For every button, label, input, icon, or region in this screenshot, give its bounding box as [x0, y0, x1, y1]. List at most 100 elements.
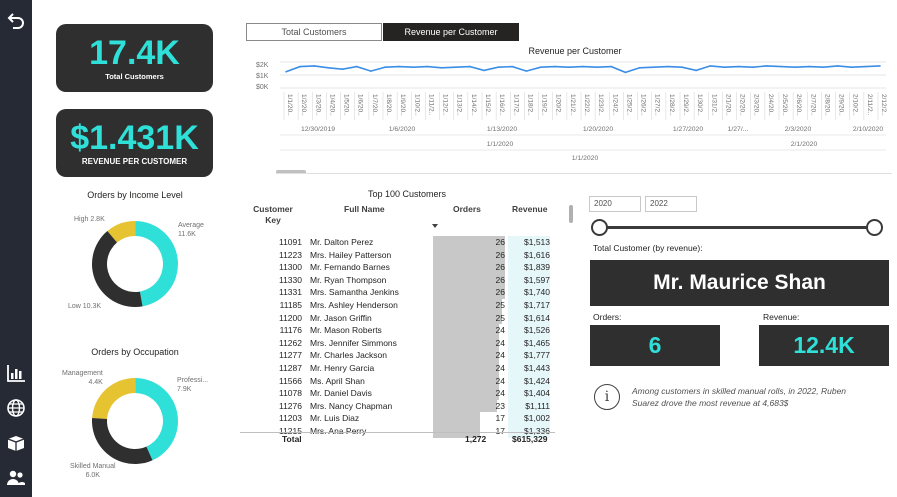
data-point: [582, 65, 584, 68]
table-scrollbar[interactable]: [569, 205, 573, 223]
table-row[interactable]: 11091 Mr. Dalton Perez 26 $1,513: [240, 236, 555, 249]
year-slider-handle-start[interactable]: [591, 219, 608, 236]
cell-orders: 25: [495, 312, 505, 323]
x-tick-label: 2/2/20..: [739, 94, 746, 116]
cell-customer-key: 11277: [278, 350, 302, 361]
col-header[interactable]: Customer Key: [248, 204, 298, 226]
y-tick: $0K: [256, 84, 269, 91]
cell-revenue: $1,465: [524, 337, 550, 348]
x-month-label: 1/1/2020: [487, 141, 514, 148]
cell-customer-key: 11203: [278, 413, 302, 424]
table-row[interactable]: 11566 Ms. April Shan 24 $1,424: [240, 374, 555, 388]
col-header[interactable]: Orders: [453, 204, 481, 214]
data-point: [313, 65, 316, 67]
donut-slice[interactable]: [135, 378, 178, 461]
data-point: [398, 65, 400, 68]
donut-slice[interactable]: [91, 418, 153, 464]
data-point: [850, 66, 853, 68]
bar-chart-icon[interactable]: [4, 361, 28, 385]
cell-orders: 25: [495, 300, 505, 310]
table-row[interactable]: 11331 Mrs. Samantha Jenkins 26 $1,740: [240, 286, 555, 299]
year-from-input[interactable]: 2020: [589, 196, 641, 212]
info-icon[interactable]: i: [594, 384, 620, 410]
cell-full-name: Mr. Ryan Thompson: [310, 274, 387, 285]
back-arrow-icon[interactable]: [4, 8, 28, 32]
box-icon[interactable]: [4, 431, 28, 455]
x-tick-label: 1/15/2..: [484, 94, 491, 116]
cell-revenue: $1,002: [524, 413, 550, 424]
tab-revenue-per-customer[interactable]: Revenue per Customer: [383, 23, 519, 41]
total-label: Total: [282, 434, 302, 444]
sort-arrow-icon[interactable]: [432, 224, 438, 228]
cell-revenue: $1,777: [524, 350, 550, 361]
table-row[interactable]: 11185 Mrs. Ashley Henderson 25 $1,717: [240, 299, 555, 312]
cell-revenue: $1,513: [524, 237, 550, 247]
cell-orders: 26: [495, 287, 505, 298]
x-week-label: 1/27/...: [728, 126, 749, 133]
col-header[interactable]: Revenue: [512, 204, 547, 214]
table-row[interactable]: 11223 Mrs. Hailey Patterson 26 $1,616: [240, 248, 555, 262]
year-slider-track[interactable]: [598, 226, 874, 229]
cell-orders: 24: [495, 350, 505, 361]
cell-full-name: Mrs. Jennifer Simmons: [310, 337, 397, 348]
cell-customer-key: 11566: [278, 375, 302, 386]
col-header[interactable]: Full Name: [344, 204, 385, 214]
data-point: [610, 65, 613, 68]
cell-customer-key: 11276: [278, 400, 302, 411]
cell-customer-key: 11300: [278, 262, 302, 273]
x-tick-label: 1/30/2..: [696, 94, 703, 116]
users-icon[interactable]: [4, 466, 28, 490]
table-row[interactable]: 11203 Mr. Luis Diaz 17 $1,002: [240, 412, 555, 425]
cell-customer-key: 11176: [279, 325, 302, 336]
table-row[interactable]: 11277 Mr. Charles Jackson 24 $1,777: [240, 349, 555, 362]
x-tick-label: 1/20/2..: [555, 94, 562, 116]
x-week-label: 12/30/2019: [301, 126, 335, 133]
donut-label: Skilled Manual 6.0K: [70, 463, 116, 479]
x-tick-label: 1/19/2..: [541, 94, 548, 116]
kpi-label: Total Customers: [105, 72, 164, 81]
data-point: [822, 66, 825, 68]
table-row[interactable]: 11287 Mr. Henry Garcia 24 $1,443: [240, 362, 555, 375]
year-slider-handle-end[interactable]: [866, 219, 883, 236]
kpi-value: $1.431K: [70, 119, 199, 157]
cell-revenue: $1,740: [524, 287, 550, 298]
data-point: [596, 66, 598, 68]
table-row[interactable]: 11176 Mr. Mason Roberts 24 $1,526: [240, 324, 555, 337]
cell-full-name: Mr. Henry Garcia: [310, 363, 375, 373]
x-tick-label: 1/8/20..: [385, 94, 392, 116]
scrollbar-track: [276, 173, 892, 174]
data-point: [681, 66, 683, 68]
cell-revenue: $1,424: [524, 375, 550, 386]
data-point: [299, 65, 301, 68]
globe-icon[interactable]: [4, 396, 28, 420]
table-row[interactable]: 11078 Mr. Daniel Davis 24 $1,404: [240, 387, 555, 400]
tab-total-customers[interactable]: Total Customers: [246, 23, 382, 41]
data-point: [879, 65, 881, 67]
cell-revenue: $1,839: [524, 262, 550, 273]
table-row[interactable]: 11200 Mr. Jason Griffin 25 $1,614: [240, 311, 555, 325]
x-tick-label: 2/7/20..: [809, 94, 816, 116]
x-tick-label: 2/12/2..: [880, 94, 887, 116]
income-chart-title: Orders by Income Level: [87, 190, 183, 200]
cell-full-name: Mr. Charles Jackson: [310, 350, 387, 361]
data-point: [469, 65, 471, 68]
table-row[interactable]: 11276 Mrs. Nancy Chapman 23 $1,111: [240, 399, 555, 413]
cell-orders: 23: [495, 400, 505, 411]
data-point: [327, 67, 330, 69]
data-point: [412, 66, 415, 68]
cell-full-name: Mr. Fernando Barnes: [310, 262, 390, 273]
occupation-chart-title: Orders by Occupation: [91, 347, 179, 357]
donut-slice[interactable]: [135, 221, 178, 307]
data-point: [440, 67, 443, 69]
donut-slice[interactable]: [92, 231, 143, 307]
cell-full-name: Mr. Mason Roberts: [310, 325, 382, 336]
cell-customer-key: 11330: [278, 274, 302, 285]
x-tick-label: 1/29/2..: [682, 94, 689, 116]
table-row[interactable]: 11262 Mrs. Jennifer Simmons 24 $1,465: [240, 336, 555, 350]
year-to-input[interactable]: 2022: [645, 196, 697, 212]
table-row[interactable]: 11330 Mr. Ryan Thompson 26 $1,597: [240, 273, 555, 287]
data-point: [426, 65, 429, 68]
table-row[interactable]: 11300 Mr. Fernando Barnes 26 $1,839: [240, 261, 555, 274]
data-point: [723, 66, 726, 68]
data-point: [355, 65, 358, 68]
